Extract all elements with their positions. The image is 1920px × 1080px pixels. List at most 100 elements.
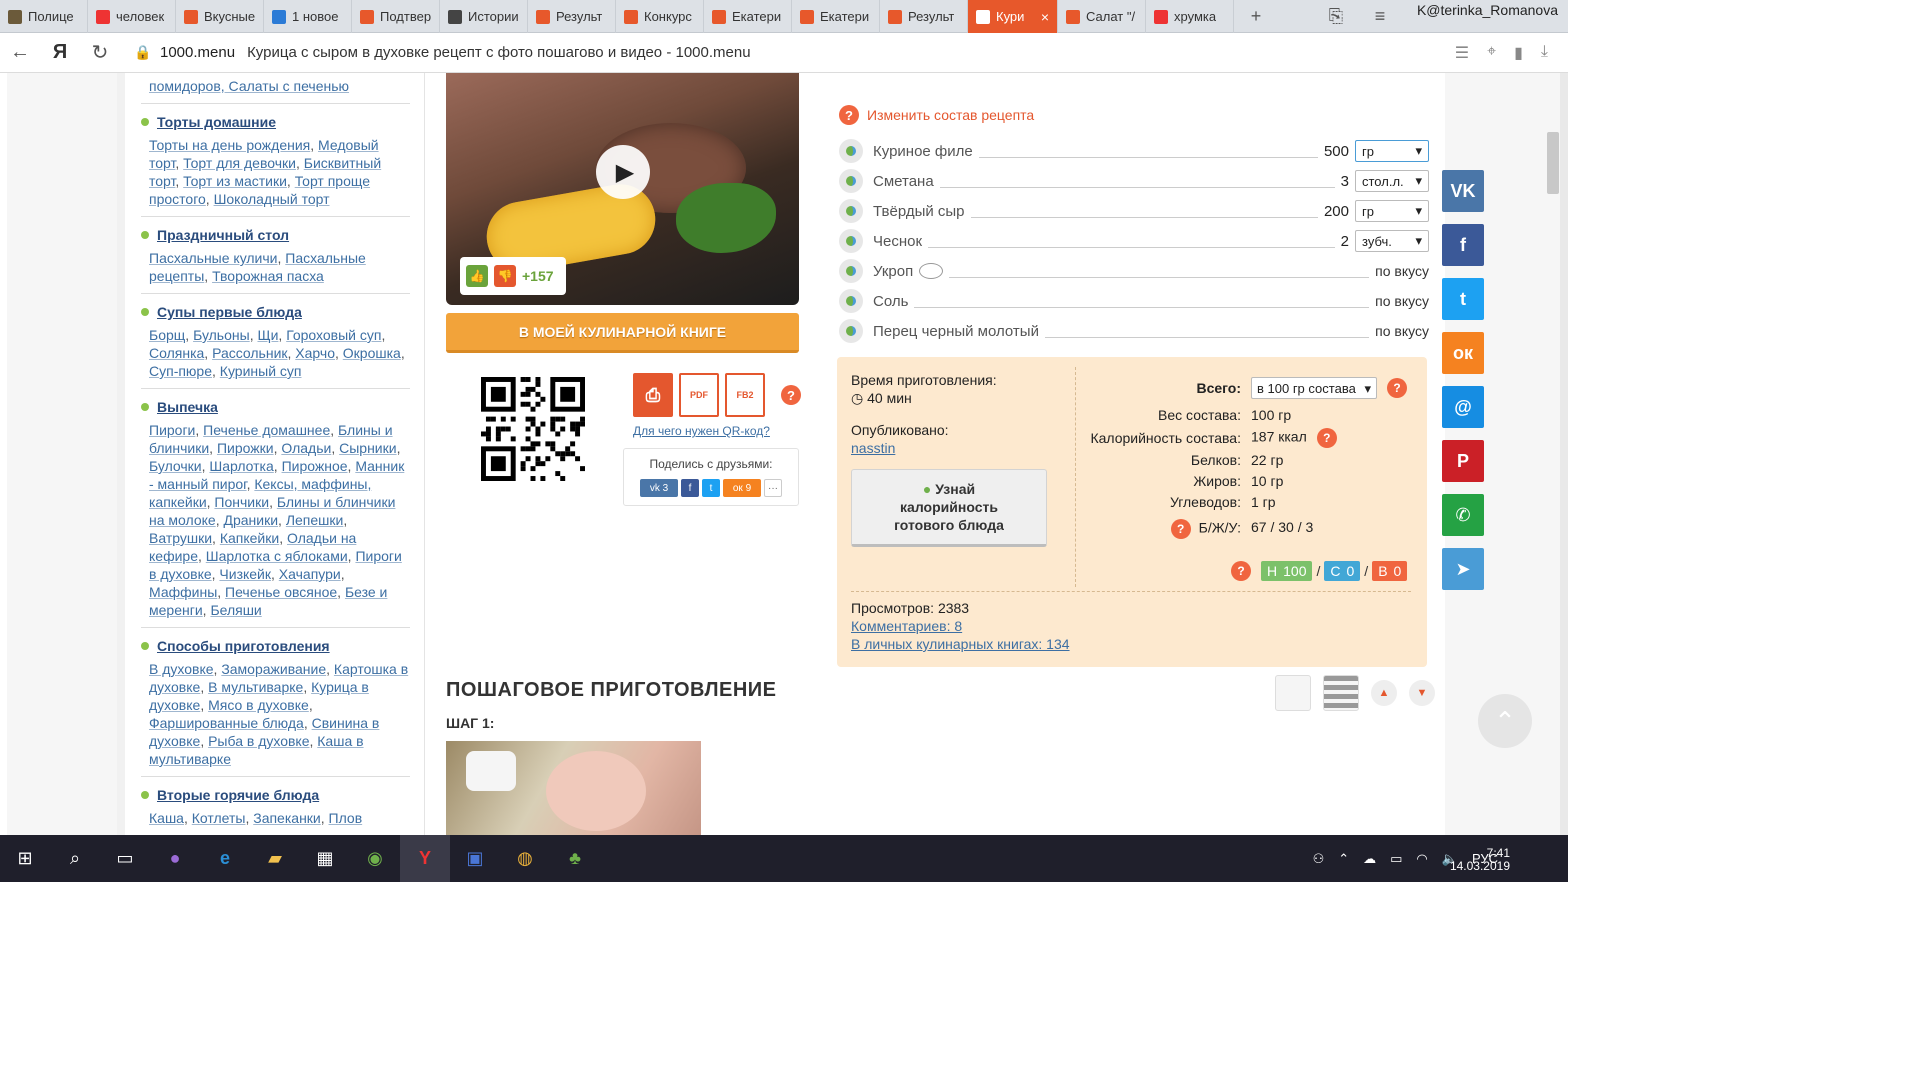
- category-item-link[interactable]: Печенье овсяное: [225, 584, 337, 600]
- help-icon[interactable]: ?: [1316, 428, 1337, 448]
- browser-tab[interactable]: Результ: [528, 0, 616, 33]
- odnoklassniki-icon[interactable]: ок: [1442, 332, 1484, 374]
- menu-icon[interactable]: ≡: [1358, 0, 1402, 33]
- chrome-icon[interactable]: ◍: [500, 835, 550, 882]
- user-name[interactable]: K@terinka_Romanova: [1412, 0, 1562, 20]
- category-item-link[interactable]: Гороховый суп: [286, 327, 381, 343]
- category-link[interactable]: Торты домашние: [157, 114, 276, 130]
- category-item-link[interactable]: Маффины: [149, 584, 217, 600]
- ingredient-name[interactable]: Сметана: [873, 173, 934, 190]
- category-item-link[interactable]: В духовке: [149, 661, 214, 677]
- help-icon[interactable]: ?: [1170, 519, 1191, 539]
- browser-tab[interactable]: Подтвер: [352, 0, 440, 33]
- category-link[interactable]: Праздничный стол: [157, 227, 289, 243]
- category-item-link[interactable]: Хачапури: [279, 566, 341, 582]
- explorer-icon[interactable]: ▰: [250, 835, 300, 882]
- back-to-top-icon[interactable]: ⌃: [1478, 694, 1532, 748]
- category-item-link[interactable]: Харчо: [295, 345, 335, 361]
- category-item-link[interactable]: Торт из мастики: [183, 173, 287, 189]
- grid-view-icon[interactable]: [1275, 675, 1311, 711]
- category-item-link[interactable]: Драники: [223, 512, 278, 528]
- unit-select[interactable]: зубч. ▾: [1355, 230, 1429, 252]
- calorie-icon[interactable]: [839, 199, 863, 223]
- help-icon[interactable]: ?: [839, 105, 859, 125]
- category-item-link[interactable]: Пончики: [214, 494, 269, 510]
- scroll-down-icon[interactable]: ▼: [1409, 680, 1435, 706]
- comments-link[interactable]: Комментариев: 8: [851, 618, 962, 634]
- browser-tab[interactable]: Результ: [880, 0, 968, 33]
- browser-tab[interactable]: Истории: [440, 0, 528, 33]
- people-icon[interactable]: ⚇: [1313, 851, 1325, 867]
- recipe-video[interactable]: ▶ 👍 👎 +157: [446, 73, 799, 305]
- broccoli-icon[interactable]: ♣: [550, 835, 600, 882]
- cookbooks-link[interactable]: В личных кулинарных книгах: 134: [851, 636, 1070, 652]
- category-item-link[interactable]: Рыба в духовке: [208, 733, 309, 749]
- category-item-link[interactable]: Щи: [257, 327, 278, 343]
- category-link[interactable]: Супы первые блюда: [157, 304, 302, 320]
- cookbook-button[interactable]: В МОЕЙ КУЛИНАРНОЙ КНИГЕ: [446, 313, 799, 353]
- category-item-link[interactable]: Торт для девочки: [183, 155, 296, 171]
- wifi-icon[interactable]: ◠: [1416, 851, 1427, 867]
- category-item-link[interactable]: Капкейки: [220, 530, 279, 546]
- total-select[interactable]: в 100 гр состава ▾: [1251, 377, 1377, 399]
- category-item-link[interactable]: Запеканки: [253, 810, 321, 826]
- category-item-link[interactable]: Шоколадный торт: [214, 191, 330, 207]
- save-icon[interactable]: ▣: [450, 835, 500, 882]
- category-item-link[interactable]: Сырники: [339, 440, 396, 456]
- calorie-icon[interactable]: [839, 229, 863, 253]
- ingredient-name[interactable]: Соль: [873, 293, 908, 310]
- vk-icon[interactable]: VK: [1442, 170, 1484, 212]
- download-icon[interactable]: ⤓: [1541, 43, 1548, 63]
- author-link[interactable]: nasstin: [851, 440, 895, 456]
- category-item-link[interactable]: Чизкейк: [219, 566, 271, 582]
- diet-tag[interactable]: Н 100: [1261, 561, 1313, 581]
- battery-icon[interactable]: ▭: [1390, 851, 1402, 867]
- category-link[interactable]: Способы приготовления: [157, 638, 330, 654]
- category-item-link[interactable]: Булочки: [149, 458, 202, 474]
- browser-tab[interactable]: человек: [88, 0, 176, 33]
- category-item-link[interactable]: Бульоны: [193, 327, 250, 343]
- category-item-link[interactable]: Торты на день рождения: [149, 137, 310, 153]
- cortana-icon[interactable]: ●: [150, 835, 200, 882]
- browser-tab[interactable]: Кури ×: [968, 0, 1058, 33]
- browser-tab[interactable]: Екатери: [704, 0, 792, 33]
- category-item-link[interactable]: Борщ: [149, 327, 185, 343]
- print-icon[interactable]: ⎙: [633, 373, 673, 417]
- unit-select[interactable]: гр ▾: [1355, 200, 1429, 222]
- search-icon[interactable]: ⌕: [50, 835, 100, 882]
- step-1-image[interactable]: [446, 741, 701, 835]
- calorie-icon[interactable]: [839, 289, 863, 313]
- category-item-link[interactable]: Оладьи: [281, 440, 331, 456]
- reader-icon[interactable]: ☰: [1455, 43, 1469, 63]
- url-page-title[interactable]: Курица с сыром в духовке рецепт с фото п…: [247, 44, 750, 61]
- change-recipe-link[interactable]: Изменить состав рецепта: [867, 107, 1034, 123]
- calorie-icon[interactable]: [839, 319, 863, 343]
- scrollbar[interactable]: [1560, 73, 1568, 835]
- category-item-link[interactable]: Каша: [149, 810, 184, 826]
- sidebar-top-link[interactable]: помидоров, Салаты с печенью: [149, 78, 349, 94]
- scroll-up-icon[interactable]: ▲: [1371, 680, 1397, 706]
- category-item-link[interactable]: Шарлотка с яблоками: [206, 548, 348, 564]
- start-icon[interactable]: ⊞: [0, 835, 50, 882]
- category-item-link[interactable]: Пироги: [149, 422, 195, 438]
- clock[interactable]: 7:41 14.03.2019: [1450, 847, 1510, 873]
- calorie-icon[interactable]: [839, 169, 863, 193]
- category-item-link[interactable]: Солянка: [149, 345, 204, 361]
- whatsapp-icon[interactable]: ✆: [1442, 494, 1484, 536]
- category-item-link[interactable]: Рассольник: [212, 345, 287, 361]
- browser-tab[interactable]: Конкурс: [616, 0, 704, 33]
- list-view-icon[interactable]: [1323, 675, 1359, 711]
- back-button[interactable]: ←: [0, 33, 40, 73]
- telegram-icon[interactable]: ➤: [1442, 548, 1484, 590]
- new-tab-icon[interactable]: +: [1234, 0, 1278, 33]
- browser-tab[interactable]: хрумка: [1146, 0, 1234, 33]
- bookmarks-icon[interactable]: ⎘: [1314, 0, 1358, 33]
- location-icon[interactable]: ⌖: [1487, 43, 1496, 63]
- help-icon[interactable]: ?: [1231, 561, 1251, 581]
- ingredient-name[interactable]: Укроп: [873, 263, 913, 280]
- app-icon[interactable]: ◉: [350, 835, 400, 882]
- share-more-button[interactable]: ···: [764, 479, 782, 497]
- share-vk-button[interactable]: vk 3: [640, 479, 678, 497]
- category-item-link[interactable]: Мясо в духовке: [208, 697, 309, 713]
- ingredient-name[interactable]: Твёрдый сыр: [873, 203, 965, 220]
